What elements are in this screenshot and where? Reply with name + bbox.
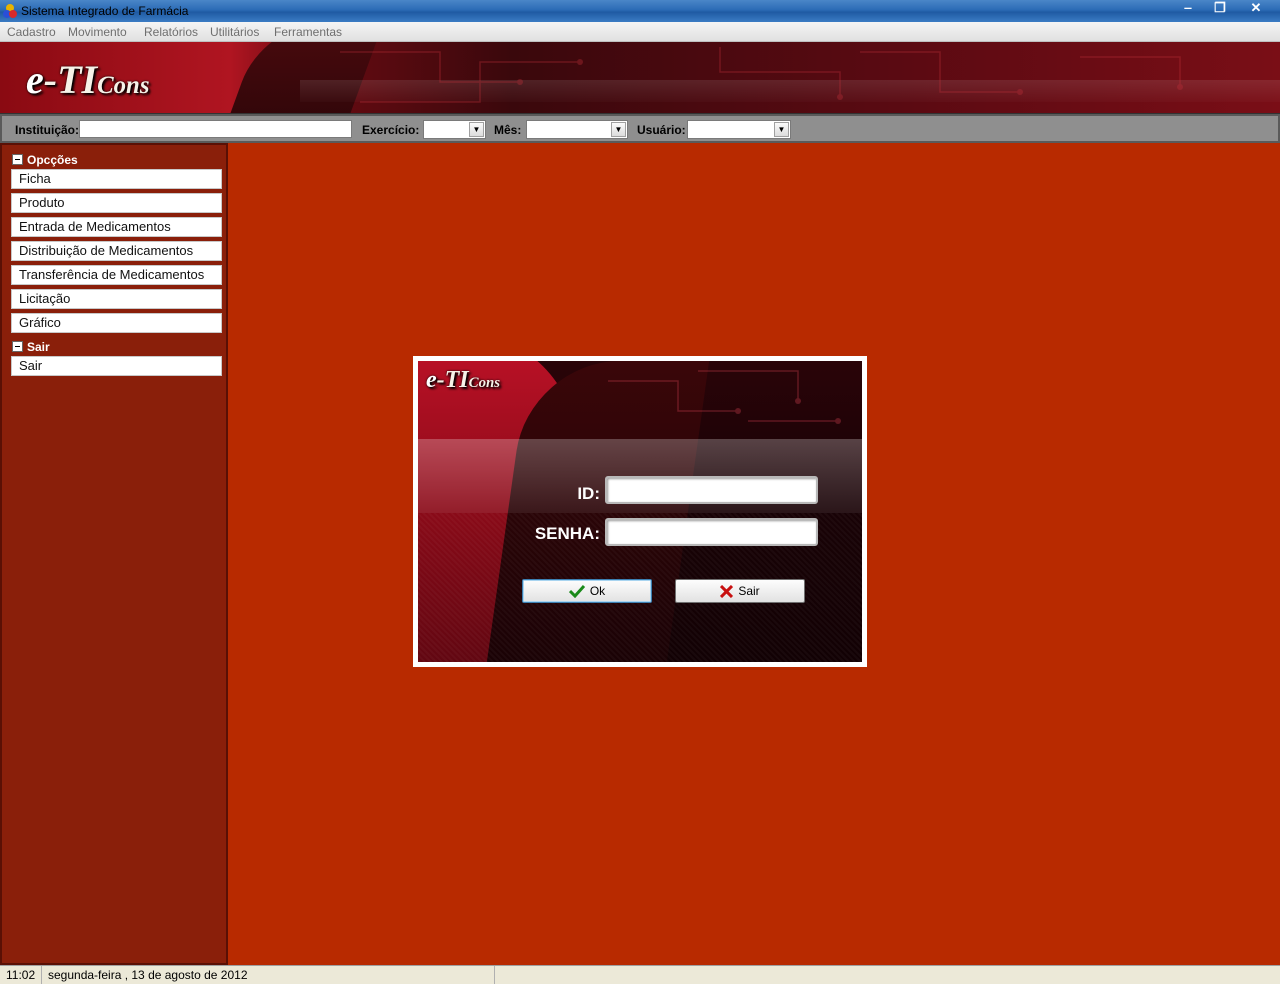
sair-label: Sair: [738, 584, 760, 598]
usuario-label: Usuário:: [637, 123, 686, 137]
dialog-circuit: [608, 370, 841, 424]
sidebar-item-ficha[interactable]: Ficha: [11, 169, 222, 189]
chevron-down-icon[interactable]: ▼: [611, 122, 626, 137]
menu-bar: Cadastro Movimento Relatórios Utilitário…: [0, 22, 1280, 42]
title-bar: Sistema Integrado de Farmácia ‒ ❐ ✕: [0, 0, 1280, 22]
sidebar-item-entrada-medicamentos[interactable]: Entrada de Medicamentos: [11, 217, 222, 237]
usuario-select[interactable]: ▼: [687, 120, 791, 139]
logo-e: e: [26, 57, 44, 102]
exercicio-select[interactable]: ▼: [423, 120, 486, 139]
mes-label: Mês:: [494, 123, 522, 137]
status-date: segunda-feira , 13 de agosto de 2012: [42, 966, 495, 984]
logo-cons: Cons: [468, 375, 501, 391]
sair-button[interactable]: Sair: [675, 579, 805, 603]
menu-utilitarios[interactable]: Utilitários: [210, 25, 259, 39]
circuit-pattern: [340, 47, 1183, 103]
login-dialog: e-TICons ID: SENHA: Ok Sair: [413, 356, 867, 667]
logo-e: e: [426, 367, 437, 393]
group-sair-label: Sair: [27, 340, 50, 354]
menu-ferramentas[interactable]: Ferramentas: [274, 25, 342, 39]
sidebar-item-transferencia-medicamentos[interactable]: Transferência de Medicamentos: [11, 265, 222, 285]
group-opcoes-label: Opcções: [27, 153, 78, 167]
collapse-icon[interactable]: [12, 154, 23, 165]
menu-relatorios[interactable]: Relatórios: [144, 25, 198, 39]
maximize-button[interactable]: ❐: [1204, 0, 1236, 18]
id-input[interactable]: [605, 476, 818, 504]
sidebar: Opcções Ficha Produto Entrada de Medicam…: [0, 143, 228, 965]
menu-movimento[interactable]: Movimento: [68, 25, 127, 39]
window-title: Sistema Integrado de Farmácia: [21, 4, 189, 18]
instituicao-label: Instituição:: [15, 123, 80, 137]
instituicao-input[interactable]: [79, 120, 352, 138]
logo-cons: Cons: [97, 72, 150, 99]
senha-input[interactable]: [605, 518, 818, 546]
sidebar-item-produto[interactable]: Produto: [11, 193, 222, 213]
sidebar-item-distribuicao-medicamentos[interactable]: Distribuição de Medicamentos: [11, 241, 222, 261]
dialog-logo: e-TICons: [426, 367, 500, 394]
sidebar-item-grafico[interactable]: Gráfico: [11, 313, 222, 333]
status-time: 11:02: [0, 966, 42, 984]
logo-ti: -TI: [436, 367, 469, 393]
ok-button[interactable]: Ok: [522, 579, 652, 603]
chevron-down-icon[interactable]: ▼: [774, 122, 789, 137]
status-bar: 11:02 segunda-feira , 13 de agosto de 20…: [0, 965, 1280, 984]
menu-cadastro[interactable]: Cadastro: [7, 25, 56, 39]
ok-label: Ok: [589, 584, 606, 598]
app-icon: [3, 4, 17, 18]
header-banner: e-TICons: [0, 42, 1280, 114]
banner-logo: e-TICons: [26, 56, 149, 103]
filter-bar: Instituição: Exercício: ▼ Mês: ▼ Usuário…: [0, 114, 1280, 143]
group-opcoes-title[interactable]: Opcções: [12, 153, 78, 167]
check-icon: [568, 584, 585, 598]
logo-ti: -TI: [43, 57, 98, 102]
id-label: ID:: [577, 484, 600, 503]
close-icon: [720, 584, 734, 598]
collapse-icon[interactable]: [12, 341, 23, 352]
mes-select[interactable]: ▼: [526, 120, 628, 139]
login-panel: e-TICons ID: SENHA: Ok Sair: [418, 361, 862, 662]
chevron-down-icon[interactable]: ▼: [469, 122, 484, 137]
exercicio-label: Exercício:: [362, 123, 420, 137]
minimize-button[interactable]: ‒: [1172, 0, 1204, 18]
sidebar-item-sair[interactable]: Sair: [11, 356, 222, 376]
senha-label: SENHA:: [534, 524, 600, 543]
group-sair-title[interactable]: Sair: [12, 340, 50, 354]
close-button[interactable]: ✕: [1236, 0, 1276, 18]
sidebar-item-licitacao[interactable]: Licitação: [11, 289, 222, 309]
